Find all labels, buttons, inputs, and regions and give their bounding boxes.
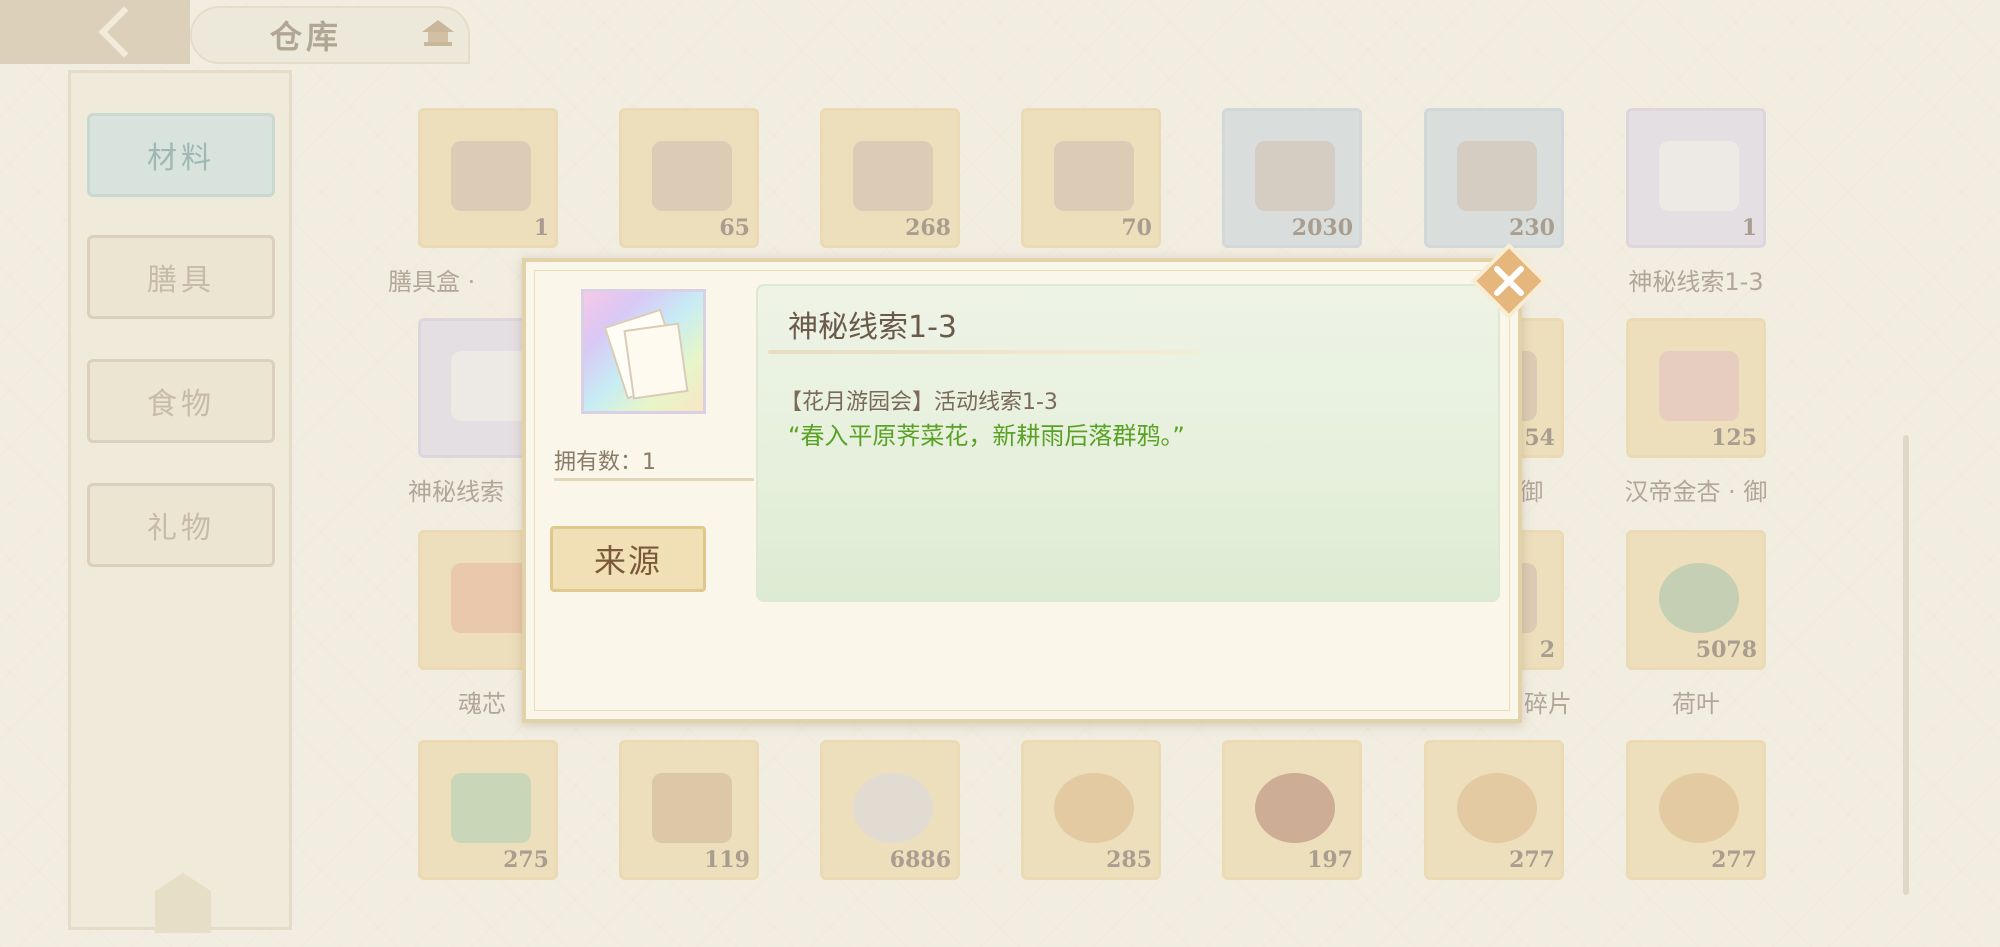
close-icon[interactable] <box>1466 238 1552 324</box>
owned-count: 拥有数：1 <box>554 450 656 475</box>
item-description: 【花月游园会】活动线索1-3 <box>780 390 1058 415</box>
divider <box>554 478 754 481</box>
detail-panel: 神秘线索1-3 【花月游园会】活动线索1-3 “春入平原荠菜花，新耕雨后落群鸦。… <box>756 284 1500 602</box>
title-underline <box>768 350 1198 354</box>
source-button[interactable]: 来源 <box>550 526 706 592</box>
item-detail-modal: 拥有数：1 来源 神秘线索1-3 【花月游园会】活动线索1-3 “春入平原荠菜花… <box>522 258 1522 723</box>
item-title: 神秘线索1-3 <box>788 310 957 345</box>
item-quote: “春入平原荠菜花，新耕雨后落群鸦。” <box>788 422 1185 450</box>
clue-paper-icon <box>581 289 706 414</box>
